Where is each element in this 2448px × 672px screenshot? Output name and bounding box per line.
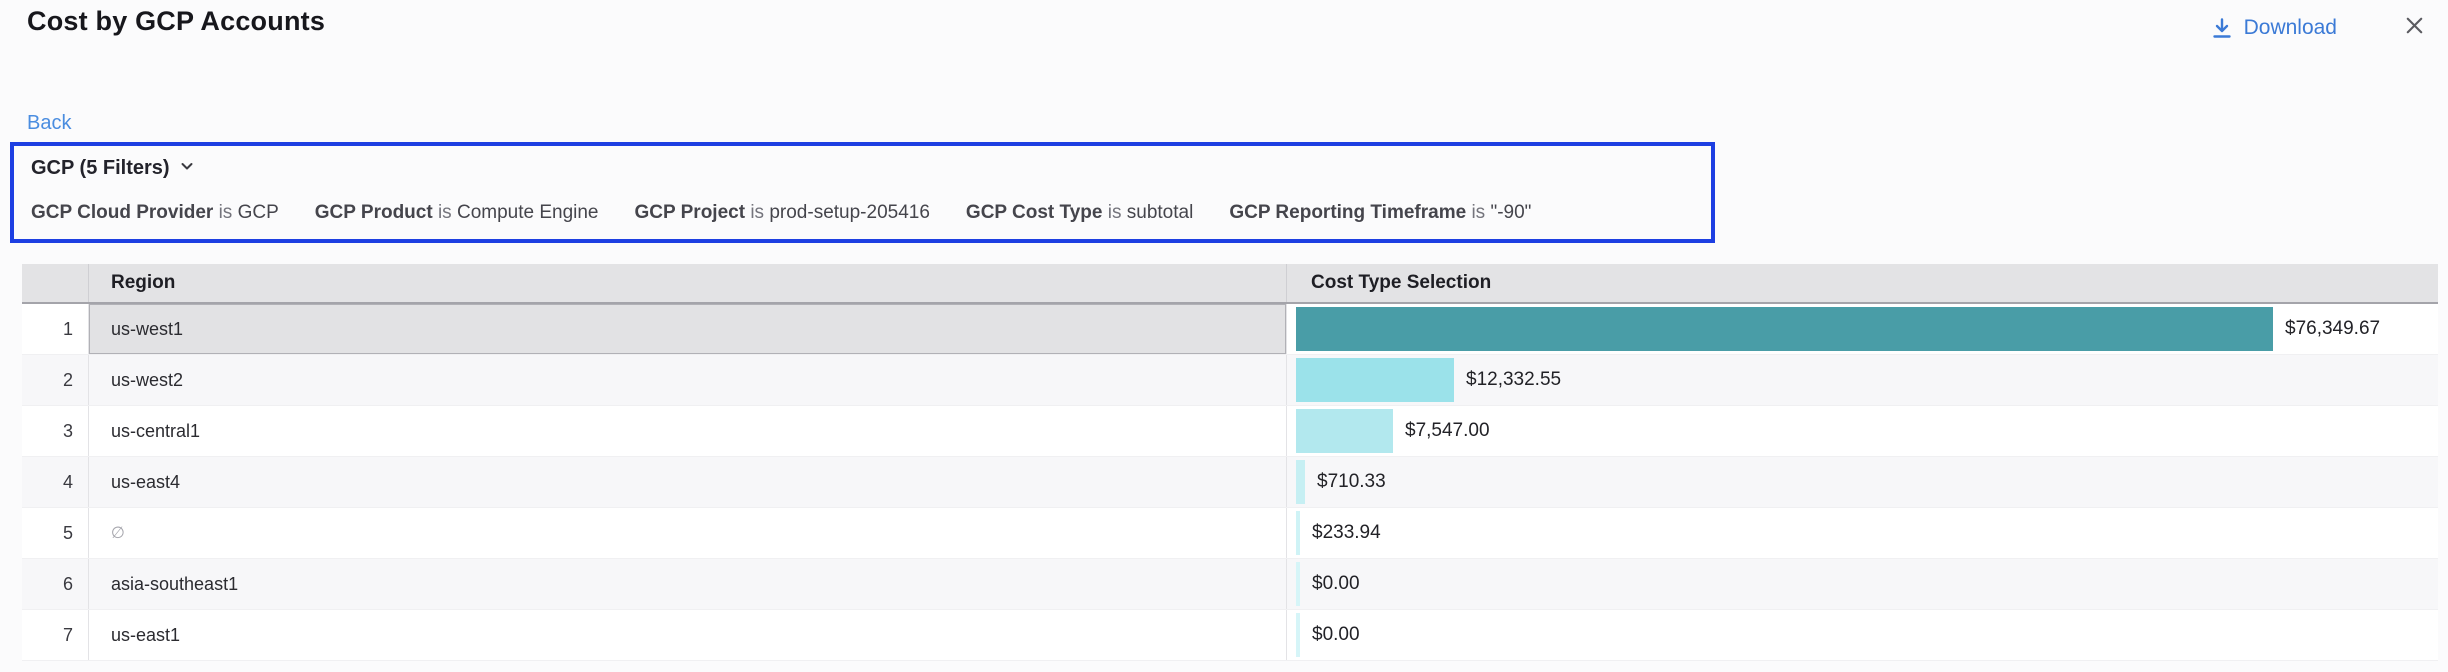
table-body: 1 us-west1 $76,349.67 2 us-west2 $12,332.55 3 u… [22,304,2438,661]
region-cell[interactable]: us-east4 [88,457,1286,507]
filter-op: is [750,202,764,223]
row-number: 4 [22,457,88,507]
region-value: us-west1 [111,319,183,340]
region-cell[interactable]: us-west1 [88,304,1286,354]
cost-value-label: $710.33 [1317,471,1386,493]
table-row: 6 asia-southeast1 $0.00 [22,559,2438,610]
cost-cell[interactable]: $233.94 [1286,508,2438,558]
cost-value-label: $7,547.00 [1405,420,1490,442]
cost-bar[interactable] [1296,613,1300,657]
cost-value-label: $0.00 [1312,573,1360,595]
region-value: us-west2 [111,370,183,391]
filter-value: prod-setup-205416 [769,202,930,223]
filter-group-box: GCP (5 Filters) GCP Cloud Provider is GC… [10,142,1715,243]
region-value: ∅ [111,523,125,543]
cost-cell[interactable]: $710.33 [1286,457,2438,507]
region-value: asia-southeast1 [111,574,238,595]
filter-value: GCP [238,202,279,223]
region-cell[interactable]: us-east1 [88,610,1286,660]
table-row: 4 us-east4 $710.33 [22,457,2438,508]
cost-value-label: $0.00 [1312,624,1360,646]
filter-summary-dropdown[interactable]: GCP (5 Filters) [31,157,195,180]
cost-cell[interactable]: $0.00 [1286,559,2438,609]
cost-cell[interactable]: $7,547.00 [1286,406,2438,456]
region-cell[interactable]: ∅ [88,508,1286,558]
filter-item[interactable]: GCP Product is Compute Engine [315,202,599,224]
filter-op: is [1471,202,1485,223]
row-number: 5 [22,508,88,558]
cost-cell[interactable]: $0.00 [1286,610,2438,660]
filter-op: is [438,202,452,223]
cost-bar[interactable] [1296,307,2273,351]
table-row: 5 ∅ $233.94 [22,508,2438,559]
filter-value: "-90" [1490,202,1531,223]
table-header-row: Region Cost Type Selection [22,264,2438,304]
row-number: 3 [22,406,88,456]
close-button[interactable] [2403,14,2426,42]
header-region[interactable]: Region [88,264,1286,302]
cost-value-label: $12,332.55 [1466,369,1561,391]
cost-value-label: $233.94 [1312,522,1381,544]
table-row: 7 us-east1 $0.00 [22,610,2438,661]
filter-value: subtotal [1127,202,1194,223]
filter-item[interactable]: GCP Project is prod-setup-205416 [635,202,930,224]
page-title: Cost by GCP Accounts [27,6,325,37]
filter-name: GCP Cost Type [966,202,1103,223]
back-link[interactable]: Back [27,112,71,135]
filter-name: GCP Product [315,202,433,223]
chevron-down-icon [179,157,195,180]
cost-cell[interactable]: $12,332.55 [1286,355,2438,405]
cost-bar[interactable] [1296,562,1300,606]
close-icon [2403,14,2426,42]
filter-summary-label: GCP (5 Filters) [31,157,170,180]
table-row: 1 us-west1 $76,349.67 [22,304,2438,355]
cost-bar[interactable] [1296,358,1454,402]
filter-name: GCP Project [635,202,746,223]
row-number: 6 [22,559,88,609]
filter-item[interactable]: GCP Cloud Provider is GCP [31,202,279,224]
filter-item[interactable]: GCP Cost Type is subtotal [966,202,1193,224]
cost-bar[interactable] [1296,409,1393,453]
row-number: 1 [22,304,88,354]
header-row-number [22,264,88,302]
region-cell[interactable]: us-west2 [88,355,1286,405]
filter-name: GCP Reporting Timeframe [1229,202,1466,223]
download-label: Download [2244,16,2337,40]
cost-panel: Cost by GCP Accounts Download Back GCP (… [0,0,2448,672]
table-row: 3 us-central1 $7,547.00 [22,406,2438,457]
cost-cell[interactable]: $76,349.67 [1286,304,2438,354]
filter-op: is [1108,202,1122,223]
filter-op: is [219,202,233,223]
region-value: us-east4 [111,472,180,493]
region-value: us-east1 [111,625,180,646]
filter-item[interactable]: GCP Reporting Timeframe is "-90" [1229,202,1531,224]
cost-bar[interactable] [1296,460,1305,504]
row-number: 2 [22,355,88,405]
region-value: us-central1 [111,421,200,442]
cost-table: Region Cost Type Selection 1 us-west1 $76,… [22,264,2438,661]
download-icon [2210,16,2234,40]
header-cost-type-selection[interactable]: Cost Type Selection [1286,264,2438,302]
filter-list: GCP Cloud Provider is GCP GCP Product is … [31,202,1531,224]
row-number: 7 [22,610,88,660]
top-actions: Download [2210,14,2426,42]
filter-value: Compute Engine [457,202,599,223]
region-cell[interactable]: us-central1 [88,406,1286,456]
table-row: 2 us-west2 $12,332.55 [22,355,2438,406]
cost-value-label: $76,349.67 [2285,318,2380,340]
download-button[interactable]: Download [2210,16,2337,40]
filter-name: GCP Cloud Provider [31,202,213,223]
cost-bar[interactable] [1296,511,1300,555]
region-cell[interactable]: asia-southeast1 [88,559,1286,609]
